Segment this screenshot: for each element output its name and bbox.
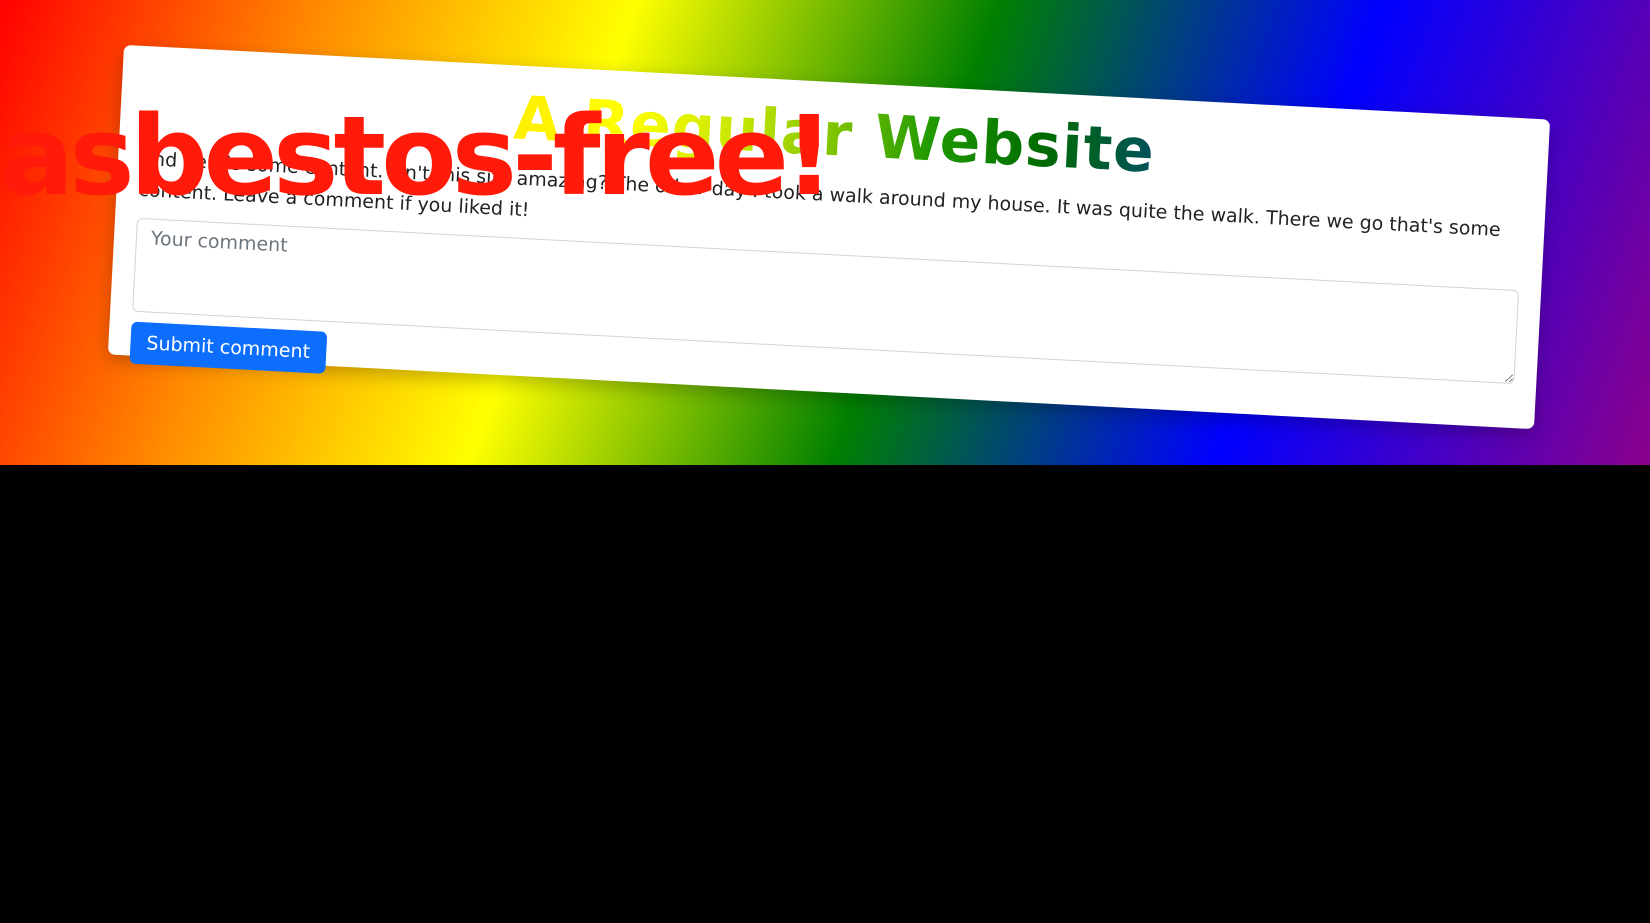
submit-comment-button[interactable]: Submit comment (129, 321, 328, 374)
asbestos-free-overlay: asbestos-free! (0, 92, 834, 220)
rainbow-background: A Regular Website And here's some conten… (0, 0, 1650, 465)
